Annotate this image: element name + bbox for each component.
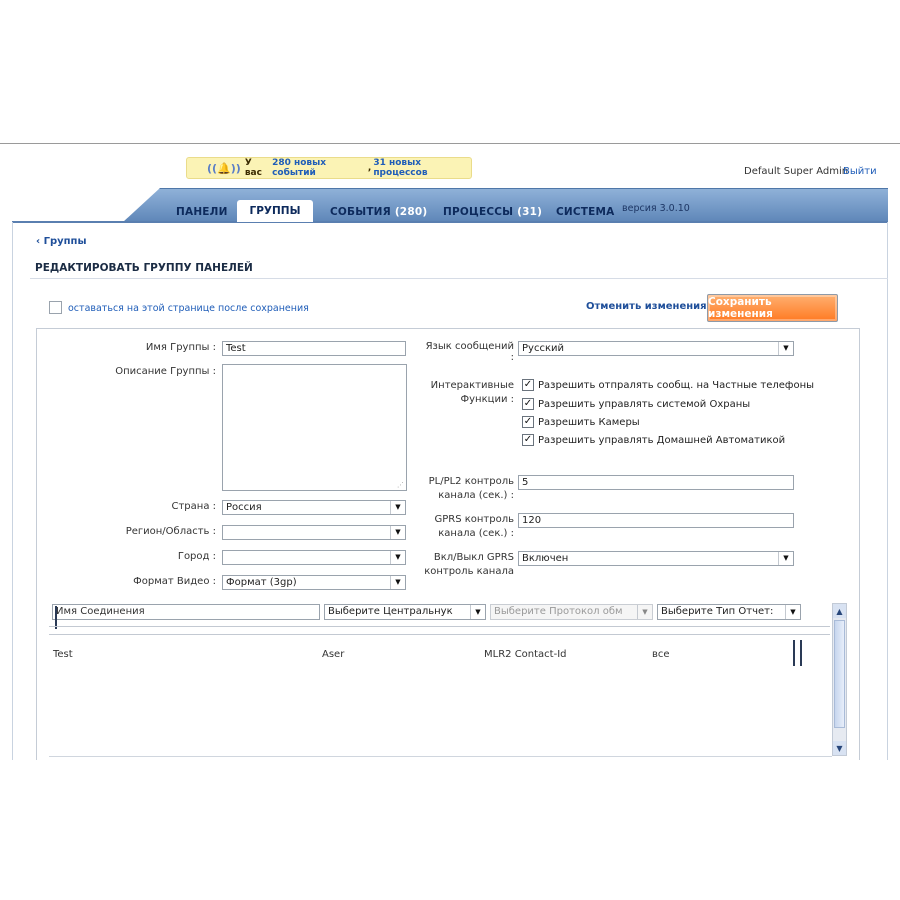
grid-scrollbar[interactable]: ▲ ▼ [832, 603, 847, 756]
stay-on-page-label: оставаться на этой странице после сохран… [68, 303, 309, 314]
notification-bar: ((🔔)) У вас 280 новых событий , 31 новых… [186, 157, 472, 179]
top-divider [0, 143, 900, 144]
drag-handle-icon[interactable] [793, 640, 802, 666]
grid-top-divider [49, 626, 830, 627]
notification-separator: , [367, 163, 372, 173]
region-label: Регион/Область : [125, 526, 216, 537]
tab-panels[interactable]: ПАНЕЛИ [176, 206, 228, 218]
central-filter-select[interactable]: Выберите Центральнук ▼ [324, 604, 486, 620]
bell-icon: ((🔔)) [207, 161, 241, 175]
group-description-textarea[interactable]: ⋰ [222, 364, 407, 491]
interactive-functions-label: Интерактивные Функции : [430, 380, 514, 405]
video-format-label: Формат Видео : [133, 576, 216, 587]
group-name-label: Имя Группы : [145, 342, 216, 353]
processes-count-link[interactable]: 31 новых процессов [373, 158, 471, 178]
checkbox-cameras[interactable]: ✓ [522, 416, 534, 428]
video-format-select[interactable]: Формат (3gp) ▼ [222, 575, 406, 590]
chevron-down-icon[interactable]: ▼ [778, 552, 793, 565]
chevron-down-icon[interactable]: ▼ [390, 526, 405, 539]
tab-processes[interactable]: ПРОЦЕССЫ (31) [443, 206, 542, 218]
region-select[interactable]: ▼ [222, 525, 406, 540]
chevron-down-icon[interactable]: ▼ [390, 501, 405, 514]
checkbox-row[interactable]: ✓ Разрешить Камеры [522, 416, 640, 428]
cell-connection-name: Test [53, 649, 73, 660]
checkbox-security-control[interactable]: ✓ [522, 398, 534, 410]
gprs-onoff-select[interactable]: Включен ▼ [518, 551, 794, 566]
pl-control-label: PL/PL2 контроль канала (сек.) : [428, 476, 514, 501]
checkbox-private-phones[interactable]: ✓ [522, 379, 534, 391]
protocol-filter-select[interactable]: Выберите Протокол обм ▼ [490, 604, 653, 620]
breadcrumb-groups[interactable]: ‹ Группы [36, 236, 87, 247]
city-select[interactable]: ▼ [222, 550, 406, 565]
scroll-thumb[interactable] [834, 620, 845, 728]
page-title: РЕДАКТИРОВАТЬ ГРУППУ ПАНЕЛЕЙ [35, 262, 253, 274]
city-label: Город : [177, 551, 216, 562]
chevron-down-icon[interactable]: ▼ [785, 605, 800, 619]
checkbox-row[interactable]: ✓ Разрешить отпралять сообщ. на Частные … [522, 379, 814, 391]
group-description-label: Описание Группы : [115, 366, 216, 377]
scroll-up-icon[interactable]: ▲ [833, 604, 846, 618]
chevron-down-icon[interactable]: ▼ [778, 342, 793, 355]
grid-bottom-divider [49, 756, 832, 757]
chevron-down-icon[interactable]: ▼ [390, 576, 405, 589]
events-count-link[interactable]: 280 новых событий [272, 158, 366, 178]
logout-link[interactable]: Выйти [843, 166, 877, 177]
grid-header-divider [49, 634, 830, 635]
save-changes-button[interactable]: Сохранить изменения [707, 294, 838, 322]
checkbox-home-automation[interactable]: ✓ [522, 434, 534, 446]
cell-central: Aser [322, 649, 345, 660]
country-label: Страна : [171, 501, 217, 512]
resize-grip-icon[interactable]: ⋰ [397, 481, 404, 489]
pl-control-input[interactable]: 5 [518, 475, 794, 490]
gprs-onoff-label: Вкл/Выкл GPRS контроль канала [424, 552, 514, 577]
tab-groups[interactable]: ГРУППЫ [237, 200, 313, 222]
connection-name-filter[interactable]: Имя Соединения [52, 604, 320, 620]
gprs-control-label: GPRS контроль канала (сек.) : [434, 514, 514, 539]
cell-protocol: MLR2 Contact-Id [484, 649, 567, 660]
chevron-down-icon[interactable]: ▼ [390, 551, 405, 564]
title-divider [30, 278, 888, 279]
user-name: Default Super Admin [744, 166, 849, 177]
language-label: Язык сообщений : [425, 341, 514, 363]
tab-system[interactable]: СИСТЕМА [556, 206, 615, 218]
chevron-down-icon[interactable]: ▼ [637, 605, 652, 619]
stay-on-page-checkbox[interactable] [49, 301, 62, 314]
group-name-input[interactable]: Test [222, 341, 406, 356]
cell-report: все [652, 649, 670, 660]
gprs-control-input[interactable]: 120 [518, 513, 794, 528]
tab-events[interactable]: СОБЫТИЯ (280) [330, 206, 427, 218]
chevron-down-icon[interactable]: ▼ [470, 605, 485, 619]
checkbox-row[interactable]: ✓ Разрешить управлять системой Охраны [522, 398, 750, 410]
language-select[interactable]: Русский ▼ [518, 341, 794, 356]
report-type-filter-select[interactable]: Выберите Тип Отчет: ▼ [657, 604, 801, 620]
scroll-down-icon[interactable]: ▼ [833, 741, 846, 755]
country-select[interactable]: Россия ▼ [222, 500, 406, 515]
version-label: версия 3.0.10 [622, 203, 690, 214]
notification-prefix: У вас [244, 158, 262, 178]
cancel-changes-link[interactable]: Отменить изменения [586, 301, 707, 312]
checkbox-row[interactable]: ✓ Разрешить управлять Домашней Автоматик… [522, 434, 785, 446]
